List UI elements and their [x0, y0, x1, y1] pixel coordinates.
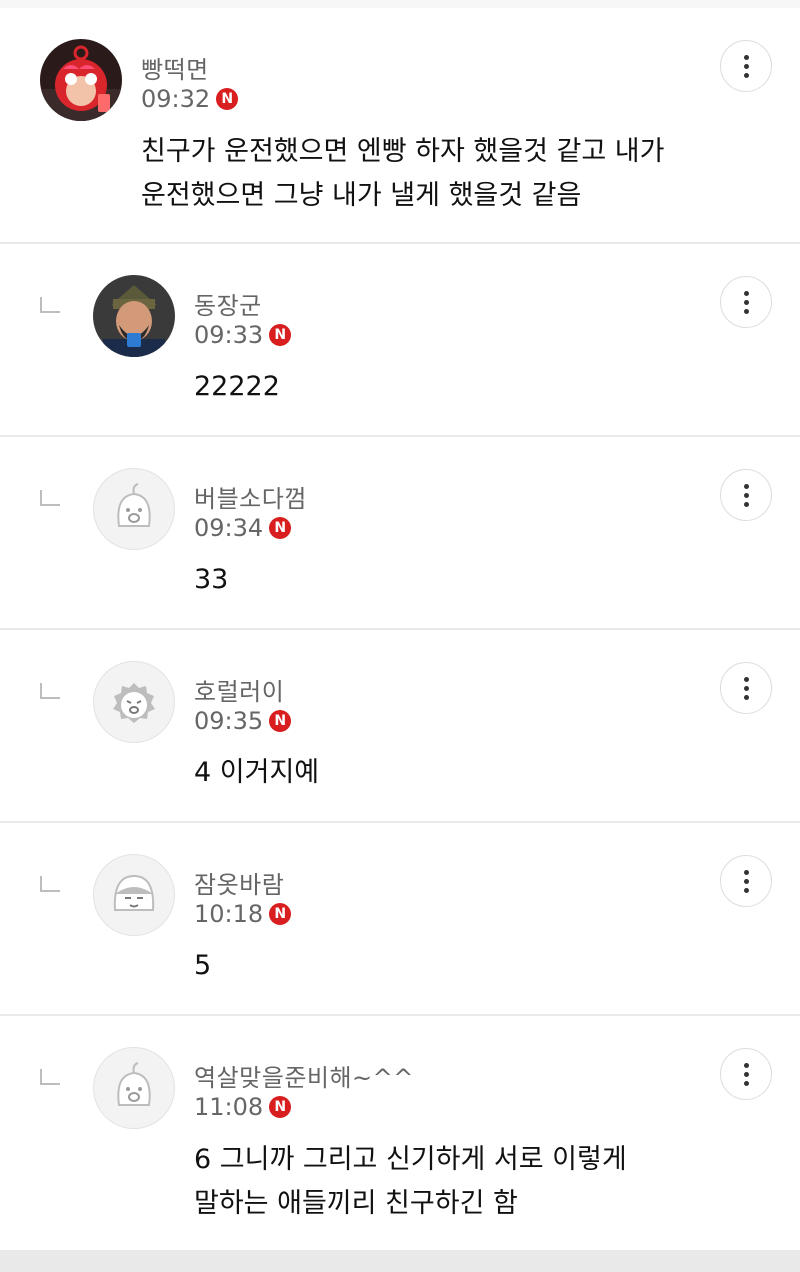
- vertical-dots-icon: [743, 676, 749, 700]
- comment-line: 5: [194, 950, 212, 981]
- reply-arrow-icon: [40, 297, 60, 313]
- nickname[interactable]: 빵떡면: [141, 50, 209, 85]
- nickname[interactable]: 호럴러이: [194, 672, 284, 707]
- vertical-dots-icon: [743, 54, 749, 78]
- red-monkey-avatar-icon: [40, 39, 122, 121]
- reply-arrow-icon: [40, 490, 60, 506]
- avatar[interactable]: [93, 1047, 175, 1129]
- meta-row: 09:34 N: [194, 513, 292, 543]
- comment-text: 33: [194, 558, 228, 602]
- timestamp: 10:18: [194, 900, 264, 928]
- comment-line: 22222: [194, 371, 280, 402]
- comment-line: 4 이거지예: [194, 757, 320, 788]
- comment-text: 6 그니까 그리고 신기하게 서로 이렇게 말하는 애들끼리 친구하긴 함: [194, 1138, 627, 1226]
- nickname[interactable]: 동장군: [194, 286, 262, 321]
- nickname[interactable]: 역살맞을준비해~^^: [194, 1058, 414, 1093]
- meta-row: 10:18 N: [194, 899, 292, 929]
- avatar[interactable]: [93, 854, 175, 936]
- reply-arrow-icon: [40, 876, 60, 892]
- new-badge: N: [269, 324, 292, 346]
- reply-arrow-icon: [40, 683, 60, 699]
- comment: 잠옷바람 10:18 N 5: [0, 823, 800, 1014]
- meta-row: 09:35 N: [194, 706, 292, 736]
- comment: 역살맞을준비해~^^ 11:08 N 6 그니까 그리고 신기하게 서로 이렇게…: [0, 1016, 800, 1250]
- comment-line: 6 그니까 그리고 신기하게 서로 이렇게: [194, 1144, 627, 1175]
- comment-line: 운전했으면 그냥 내가 낼게 했을것 같음: [141, 180, 582, 211]
- more-options-button[interactable]: [720, 469, 772, 521]
- comment-line: 친구가 운전했으면 엔빵 하자 했을것 같고 내가: [141, 136, 665, 167]
- comment-text: 친구가 운전했으면 엔빵 하자 했을것 같고 내가 운전했으면 그냥 내가 낼게…: [141, 130, 664, 218]
- timestamp: 09:34: [194, 514, 264, 542]
- new-badge: N: [269, 517, 292, 539]
- nickname[interactable]: 버블소다껌: [194, 479, 307, 514]
- timestamp: 09:35: [194, 707, 264, 735]
- timestamp: 09:32: [141, 85, 211, 113]
- new-badge: N: [269, 710, 292, 732]
- more-options-button[interactable]: [720, 855, 772, 907]
- vertical-dots-icon: [743, 1062, 749, 1086]
- nickname[interactable]: 잠옷바람: [194, 865, 284, 900]
- avatar[interactable]: [93, 468, 175, 550]
- avatar[interactable]: [93, 275, 175, 357]
- timestamp: 09:33: [194, 321, 264, 349]
- more-options-button[interactable]: [720, 276, 772, 328]
- default-character-avatar-icon: [113, 874, 155, 911]
- vertical-dots-icon: [743, 869, 749, 893]
- vertical-dots-icon: [743, 483, 749, 507]
- default-character-avatar-icon: [113, 683, 155, 723]
- new-badge: N: [269, 903, 292, 925]
- default-character-avatar-icon: [117, 483, 151, 527]
- new-badge: N: [216, 88, 239, 110]
- meta-row: 09:32 N: [141, 84, 239, 114]
- comment-text: 4 이거지예: [194, 751, 319, 795]
- more-options-button[interactable]: [720, 662, 772, 714]
- comment-line: 말하는 애들끼리 친구하긴 함: [194, 1188, 518, 1219]
- avatar[interactable]: [93, 661, 175, 743]
- comment-text: 5: [194, 944, 211, 988]
- new-badge: N: [269, 1096, 292, 1118]
- avatar[interactable]: [40, 39, 122, 121]
- more-options-button[interactable]: [720, 40, 772, 92]
- comment-text: 22222: [194, 365, 280, 409]
- meta-row: 11:08 N: [194, 1092, 292, 1122]
- comment-line: 33: [194, 564, 229, 595]
- comment: 동장군 09:33 N 22222: [0, 244, 800, 435]
- comment: 버블소다껌 09:34 N 33: [0, 437, 800, 628]
- default-character-avatar-icon: [117, 1062, 151, 1106]
- reply-arrow-icon: [40, 1069, 60, 1085]
- more-options-button[interactable]: [720, 1048, 772, 1100]
- timestamp: 11:08: [194, 1093, 264, 1121]
- vertical-dots-icon: [743, 290, 749, 314]
- meta-row: 09:33 N: [194, 320, 292, 350]
- general-costume-avatar-icon: [93, 275, 175, 357]
- comment: 호럴러이 09:35 N 4 이거지예: [0, 630, 800, 821]
- comment: 빵떡면 09:32 N 친구가 운전했으면 엔빵 하자 했을것 같고 내가 운전…: [0, 8, 800, 242]
